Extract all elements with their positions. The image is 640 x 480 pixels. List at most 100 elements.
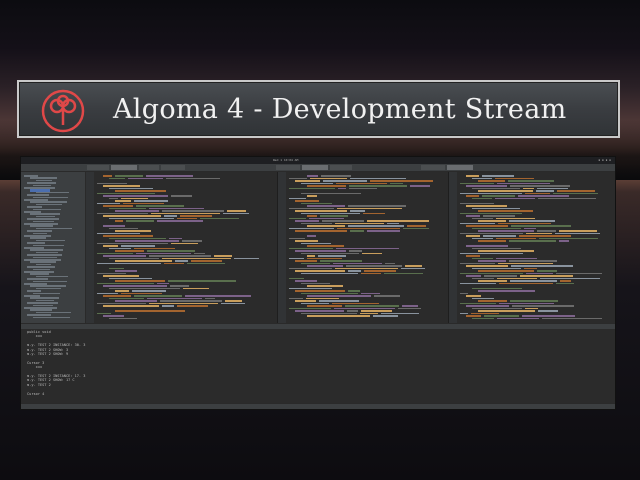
- tree-item[interactable]: [33, 184, 51, 187]
- tree-item[interactable]: [36, 239, 65, 242]
- editor-tab[interactable]: [161, 165, 185, 170]
- tree-item[interactable]: [24, 187, 55, 189]
- tree-item[interactable]: [30, 285, 66, 287]
- code-text: [136, 252, 191, 254]
- tree-item[interactable]: [24, 199, 48, 201]
- tree-item[interactable]: [30, 177, 57, 179]
- tree-item[interactable]: [36, 263, 51, 266]
- code-text: [367, 220, 429, 222]
- code-text: [103, 225, 126, 227]
- tree-item[interactable]: [24, 259, 61, 261]
- code-text: [227, 210, 246, 212]
- code-text: [97, 312, 111, 314]
- tree-item[interactable]: [24, 283, 47, 285]
- code-editor-middle[interactable]: [277, 172, 448, 323]
- editor-tab[interactable]: [139, 165, 159, 170]
- tree-item[interactable]: [24, 295, 40, 297]
- code-text: [495, 217, 536, 219]
- tree-item[interactable]: [27, 266, 55, 268]
- code-text: [295, 220, 319, 222]
- tree-item[interactable]: [30, 213, 60, 215]
- tree-item[interactable]: [36, 287, 61, 290]
- tree-item[interactable]: [27, 302, 58, 304]
- tree-item[interactable]: [33, 316, 70, 319]
- tree-item[interactable]: [30, 297, 59, 299]
- tree-item[interactable]: [36, 251, 58, 254]
- code-text: [525, 192, 551, 194]
- tree-item[interactable]: [33, 220, 54, 223]
- code-text: [146, 175, 193, 177]
- tree-item[interactable]: [36, 191, 69, 194]
- tree-item[interactable]: [30, 201, 67, 203]
- editor-tab[interactable]: [330, 165, 352, 170]
- tree-item[interactable]: [30, 225, 53, 227]
- clock: Wed 1 10:04 AM: [273, 158, 299, 162]
- tree-item[interactable]: [33, 196, 68, 199]
- code-text: [289, 247, 333, 249]
- code-text: [347, 310, 359, 312]
- system-tray-icon[interactable]: ▪ ▪ ▪ ▪: [598, 158, 611, 162]
- tree-item[interactable]: [24, 247, 44, 249]
- code-editor-right[interactable]: [448, 172, 615, 323]
- code-text: [224, 300, 242, 302]
- tree-item[interactable]: [27, 194, 49, 196]
- tree-item[interactable]: [36, 179, 52, 182]
- tree-item[interactable]: [24, 175, 38, 177]
- tree-item[interactable]: [36, 203, 62, 206]
- tree-item[interactable]: [33, 208, 61, 211]
- editor-tab[interactable]: [421, 165, 445, 170]
- tree-item[interactable]: [30, 261, 56, 263]
- editor-tab-active[interactable]: [302, 165, 328, 170]
- code-text: [361, 272, 381, 274]
- tree-item[interactable]: [24, 211, 41, 213]
- tree-item[interactable]: [24, 271, 54, 273]
- tree-item[interactable]: [24, 307, 57, 309]
- code-editor-left[interactable]: [86, 172, 276, 323]
- code-text: [200, 217, 240, 219]
- tree-item[interactable]: [27, 290, 41, 292]
- tree-item[interactable]: [27, 314, 51, 316]
- code-text: [109, 177, 125, 179]
- project-tree-panel[interactable]: [21, 172, 86, 323]
- tree-item[interactable]: [27, 230, 52, 232]
- tree-item[interactable]: [27, 182, 56, 184]
- tree-item[interactable]: [30, 249, 63, 251]
- editor-tab[interactable]: [87, 165, 109, 170]
- tree-item[interactable]: [36, 311, 71, 314]
- tree-item[interactable]: [36, 215, 55, 218]
- code-text: [171, 242, 199, 244]
- tree-item[interactable]: [30, 273, 49, 275]
- tree-item[interactable]: [30, 237, 46, 239]
- tree-item[interactable]: [27, 206, 42, 208]
- tree-item[interactable]: [30, 309, 52, 311]
- tree-item[interactable]: [33, 232, 47, 235]
- tree-item[interactable]: [33, 244, 64, 247]
- code-text: [538, 310, 559, 312]
- code-text: [541, 317, 602, 319]
- editor-tab-bar: [21, 164, 615, 172]
- editor-tab[interactable]: [276, 165, 300, 170]
- code-text: [510, 300, 558, 302]
- tree-item[interactable]: [36, 275, 68, 278]
- tree-item[interactable]: [24, 223, 58, 225]
- tree-item[interactable]: [33, 268, 50, 271]
- tree-item[interactable]: [33, 292, 60, 295]
- tree-item[interactable]: [27, 278, 48, 280]
- editor-tab-active[interactable]: [111, 165, 137, 170]
- code-text: [362, 252, 383, 254]
- tree-item[interactable]: [33, 304, 53, 307]
- tree-item[interactable]: [36, 227, 72, 230]
- tree-item[interactable]: [24, 235, 51, 237]
- tree-item[interactable]: [33, 280, 67, 283]
- tree-item[interactable]: [36, 299, 54, 302]
- code-text: [149, 302, 218, 304]
- tree-item[interactable]: [33, 256, 57, 259]
- tree-item[interactable]: [27, 242, 45, 244]
- editor-tab-active[interactable]: [447, 165, 473, 170]
- code-text: [478, 220, 506, 222]
- tree-item[interactable]: [27, 218, 59, 220]
- line-gutter: [86, 172, 94, 323]
- code-text: [403, 227, 430, 229]
- tree-item[interactable]: [27, 254, 62, 256]
- run-console[interactable]: public void xxx m.y. TEST 2 INSTANCE: 30…: [21, 329, 615, 403]
